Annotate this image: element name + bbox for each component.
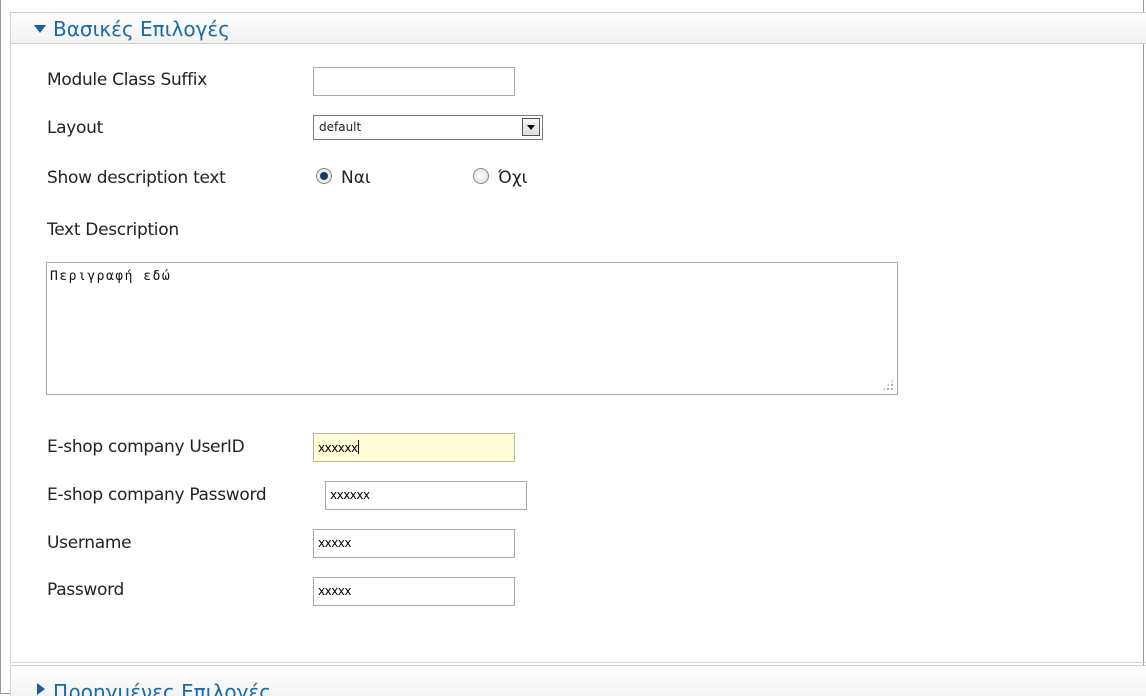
text-description-textarea[interactable]: Περιγραφή εδώ (46, 262, 898, 395)
layout-label: Layout (47, 118, 103, 138)
password-label: Password (47, 580, 125, 600)
resize-grip-icon[interactable] (882, 379, 894, 391)
panel-divider (10, 662, 1146, 663)
panel-title-basic-options: Βασικές Επιλογές (53, 17, 230, 41)
text-description-value: Περιγραφή εδώ (50, 269, 172, 284)
module-class-suffix-input[interactable] (313, 67, 515, 96)
show-description-yes-radio[interactable] (316, 168, 332, 184)
eshop-userid-input[interactable]: xxxxxx (313, 433, 515, 462)
eshop-password-input[interactable]: xxxxxx (325, 481, 527, 510)
panel-header-basic-options[interactable]: Βασικές Επιλογές (10, 12, 1146, 44)
layout-select-value: default (319, 120, 362, 134)
text-description-label: Text Description (47, 220, 179, 240)
panel-header-advanced-options[interactable]: Προηγμένες Επιλογές (10, 665, 1146, 696)
show-description-no-radio[interactable] (473, 168, 489, 184)
text-caret (357, 440, 359, 454)
eshop-password-label: E-shop company Password (47, 485, 267, 505)
show-description-yes-label[interactable]: Ναι (341, 168, 371, 188)
eshop-userid-label: E-shop company UserID (47, 437, 245, 457)
password-input[interactable]: xxxxx (313, 577, 515, 606)
panel-title-advanced-options: Προηγμένες Επιλογές (53, 680, 271, 696)
triangle-right-icon (37, 683, 45, 695)
show-description-no-label[interactable]: Όχι (498, 168, 527, 188)
chevron-down-icon[interactable] (522, 118, 540, 136)
username-label: Username (47, 533, 132, 553)
module-class-suffix-label: Module Class Suffix (47, 70, 207, 90)
layout-select[interactable]: default (313, 115, 543, 140)
show-description-label: Show description text (47, 168, 226, 188)
eshop-userid-value: xxxxxx (318, 441, 358, 455)
triangle-down-icon (34, 25, 46, 33)
username-input[interactable]: xxxxx (313, 529, 515, 558)
